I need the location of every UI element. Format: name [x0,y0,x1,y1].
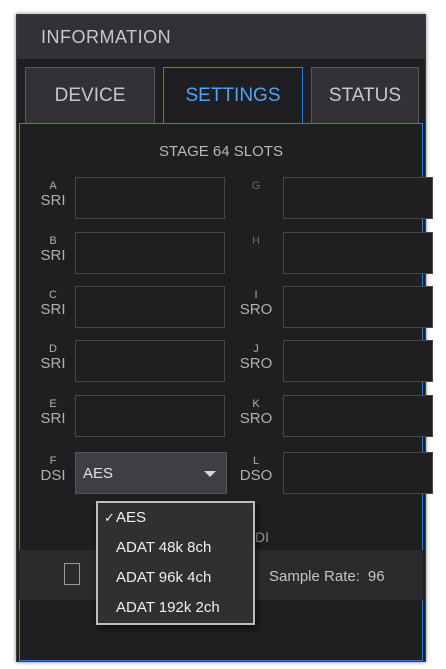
tab-device[interactable]: DEVICE [25,67,155,123]
settings-checkbox[interactable] [64,563,80,585]
slot-l-label: L DSO [236,455,276,485]
slot-h-label: H [236,235,276,247]
slot-f-dropdown[interactable]: AES [75,452,227,494]
sample-rate-label: Sample Rate: [269,568,360,585]
partial-label: DI [255,529,269,545]
slot-j-box[interactable] [283,340,433,382]
slot-f-dropdown-value: AES [83,465,114,482]
slot-l-letter: L [252,455,260,467]
slot-e-box[interactable] [75,395,225,437]
tab-status[interactable]: STATUS [311,67,419,123]
slot-b-letter: B [49,235,57,247]
slot-f-letter: F [49,455,57,467]
slot-e-label: E SRI [33,398,73,428]
slot-f-dropdown-menu: ✓ AES ADAT 48k 8ch ADAT 96k 4ch ADAT 192… [96,501,255,625]
menu-item-label: AES [116,509,147,526]
checkmark-icon: ✓ [104,510,115,525]
slot-a-label: A SRI [33,180,73,210]
menu-item-adat-48k[interactable]: ADAT 48k 8ch [116,535,211,561]
slot-h-letter: H [252,235,260,247]
slot-c-letter: C [49,289,57,301]
menu-item-adat-96k[interactable]: ADAT 96k 4ch [116,565,211,591]
sample-rate-value: 96 [367,568,385,585]
sample-rate-readout: Sample Rate: 96 [269,568,385,585]
slot-e-letter: E [49,398,57,410]
slot-c-type: SRI [40,301,66,318]
slots-title: STAGE 64 SLOTS [159,143,283,160]
slot-d-letter: D [49,343,57,355]
slot-d-type: SRI [40,355,66,372]
slot-d-label: D SRI [33,343,73,373]
tab-settings[interactable]: SETTINGS [163,67,303,124]
slot-k-letter: K [252,398,260,410]
slot-f-type: DSI [40,467,66,484]
slot-h-box[interactable] [283,232,433,274]
slot-i-label: I SRO [236,289,276,319]
slot-k-type: SRO [239,410,273,427]
slot-j-letter: J [253,343,259,355]
slot-l-box[interactable] [283,452,433,494]
slot-i-type: SRO [239,301,273,318]
slot-c-label: C SRI [33,289,73,319]
information-panel: INFORMATION DEVICE SETTINGS STATUS STAGE… [16,14,433,662]
panel-title: INFORMATION [17,15,425,59]
slot-i-letter: I [254,289,258,301]
slot-l-type: DSO [239,467,273,484]
slot-c-box[interactable] [75,286,225,328]
slot-e-type: SRI [40,410,66,427]
slot-k-box[interactable] [283,395,433,437]
slot-g-box[interactable] [283,177,433,219]
slot-a-type: SRI [40,192,66,209]
slot-i-box[interactable] [283,286,433,328]
slot-j-type: SRO [239,355,273,372]
slot-b-type: SRI [40,247,66,264]
menu-item-adat-192k[interactable]: ADAT 192k 2ch [116,595,220,621]
slot-b-box[interactable] [75,232,225,274]
slot-b-label: B SRI [33,235,73,265]
slot-j-label: J SRO [236,343,276,373]
slot-g-letter: G [251,180,261,192]
slot-g-label: G [236,180,276,192]
slot-k-label: K SRO [236,398,276,428]
chevron-down-icon [204,471,216,477]
slot-d-box[interactable] [75,340,225,382]
slot-a-box[interactable] [75,177,225,219]
slot-a-letter: A [49,180,57,192]
slot-f-label: F DSI [33,455,73,485]
